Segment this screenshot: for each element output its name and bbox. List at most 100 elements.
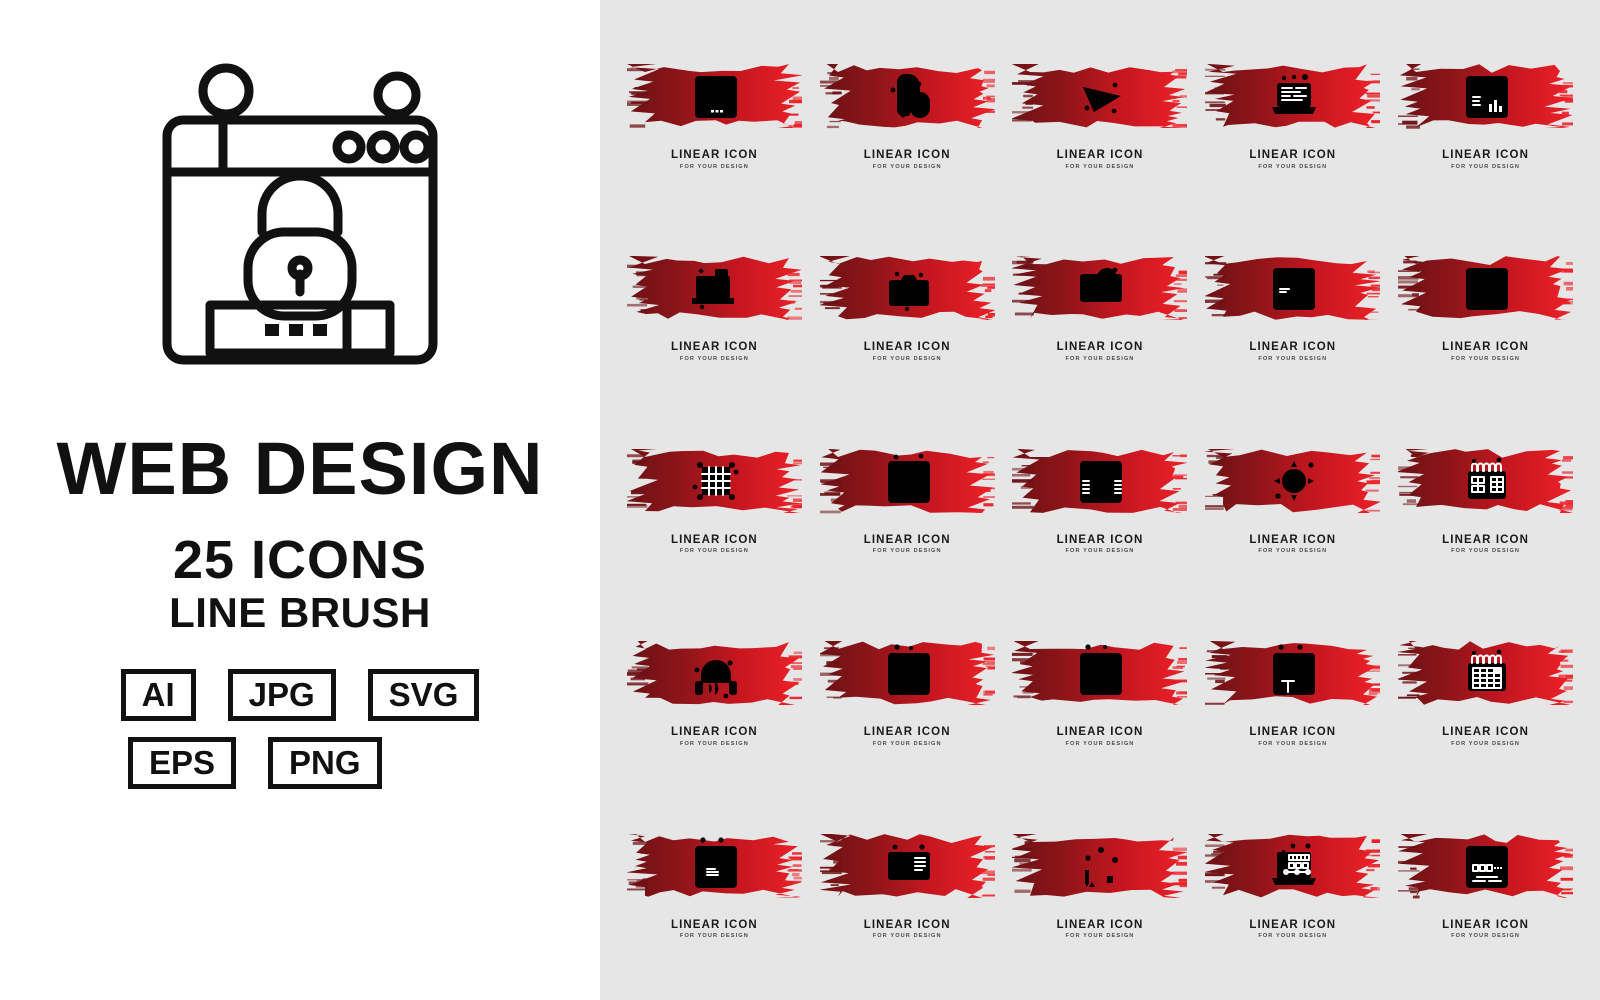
icon-caption-title: LINEAR ICON xyxy=(863,726,951,739)
browser-pie-analytics-icon xyxy=(1080,460,1123,503)
brush-stroke-backdrop xyxy=(1398,818,1574,910)
browser-image-edit-icon xyxy=(1466,268,1509,311)
icon-card[interactable]: LINEAR ICON FOR YOUR DESIGN xyxy=(618,792,811,984)
icon-card[interactable]: LINEAR ICON FOR YOUR DESIGN xyxy=(1004,407,1197,599)
brush-stroke-backdrop xyxy=(819,433,995,525)
icon-caption-title: LINEAR ICON xyxy=(1249,149,1337,161)
icon-card[interactable]: LINEAR ICON FOR YOUR DESIGN xyxy=(1004,214,1197,406)
icon-card[interactable]: LINEAR ICON FOR YOUR DESIGN xyxy=(811,22,1004,214)
icon-caption-subtitle: FOR YOUR DESIGN xyxy=(1065,355,1135,362)
format-badges: AI JPG SVG EPS PNG xyxy=(90,668,510,805)
icon-card[interactable]: LINEAR ICON FOR YOUR DESIGN xyxy=(811,792,1004,984)
icon-card[interactable]: LINEAR ICON FOR YOUR DESIGN xyxy=(1196,214,1389,406)
brush-stroke-backdrop xyxy=(819,625,995,717)
icon-caption: LINEAR ICON FOR YOUR DESIGN xyxy=(1056,918,1144,940)
brush-stroke-backdrop xyxy=(1012,240,1188,332)
icon-card[interactable]: LINEAR ICON FOR YOUR DESIGN xyxy=(618,22,811,214)
browser-password-lock-icon xyxy=(162,63,438,365)
format-row-1: AI JPG SVG xyxy=(90,668,510,721)
icon-caption-subtitle: FOR YOUR DESIGN xyxy=(1065,163,1135,170)
icon-grid: LINEAR ICON FOR YOUR DESIGN LINEAR ICON … xyxy=(600,0,1600,1000)
icon-card[interactable]: LINEAR ICON FOR YOUR DESIGN xyxy=(1196,599,1389,791)
icon-caption: LINEAR ICON FOR YOUR DESIGN xyxy=(1056,149,1144,170)
icon-caption: LINEAR ICON FOR YOUR DESIGN xyxy=(670,149,758,170)
icon-card[interactable]: LINEAR ICON FOR YOUR DESIGN xyxy=(811,407,1004,599)
icon-caption: LINEAR ICON FOR YOUR DESIGN xyxy=(1057,727,1144,747)
icon-caption: LINEAR ICON FOR YOUR DESIGN xyxy=(1249,727,1336,747)
brush-stroke-backdrop xyxy=(626,433,802,525)
icon-caption: LINEAR ICON FOR YOUR DESIGN xyxy=(864,919,951,940)
icon-card[interactable]: LINEAR ICON FOR YOUR DESIGN xyxy=(1389,22,1582,214)
icon-card[interactable]: LINEAR ICON FOR YOUR DESIGN xyxy=(618,214,811,406)
icon-caption-title: LINEAR ICON xyxy=(1056,149,1144,161)
icon-caption: LINEAR ICON FOR YOUR DESIGN xyxy=(671,727,758,747)
icon-caption-subtitle: FOR YOUR DESIGN xyxy=(872,548,942,555)
icon-pack-cover: WEB DESIGN 25 ICONS LINE BRUSH AI JPG SV… xyxy=(0,0,1600,1000)
icon-caption-title: LINEAR ICON xyxy=(1249,341,1337,354)
icon-caption-title: LINEAR ICON xyxy=(1056,918,1144,931)
icon-caption-title: LINEAR ICON xyxy=(1442,149,1530,161)
brush-stroke-backdrop xyxy=(1012,48,1188,140)
icon-caption-title: LINEAR ICON xyxy=(1056,726,1144,739)
icon-caption-title: LINEAR ICON xyxy=(1249,918,1337,931)
brush-stroke-backdrop xyxy=(1205,48,1381,140)
icon-caption: LINEAR ICON FOR YOUR DESIGN xyxy=(863,533,951,555)
icon-caption-title: LINEAR ICON xyxy=(1249,726,1337,739)
icon-count: 25 ICONS xyxy=(172,530,428,590)
brush-stroke-backdrop xyxy=(1012,625,1188,717)
brush-stroke-backdrop xyxy=(1205,625,1381,717)
icon-card[interactable]: LINEAR ICON FOR YOUR DESIGN xyxy=(1196,407,1389,599)
icon-caption-subtitle: FOR YOUR DESIGN xyxy=(1258,355,1328,362)
icon-caption-title: LINEAR ICON xyxy=(670,341,758,354)
icon-card[interactable]: LINEAR ICON FOR YOUR DESIGN xyxy=(1389,599,1582,791)
icon-card[interactable]: LINEAR ICON FOR YOUR DESIGN xyxy=(1004,599,1197,791)
icon-caption-subtitle: FOR YOUR DESIGN xyxy=(1451,548,1521,555)
icon-card[interactable]: LINEAR ICON FOR YOUR DESIGN xyxy=(618,407,811,599)
cover-panel: WEB DESIGN 25 ICONS LINE BRUSH AI JPG SV… xyxy=(0,0,600,1000)
icon-caption-title: LINEAR ICON xyxy=(1249,533,1337,546)
icon-caption: LINEAR ICON FOR YOUR DESIGN xyxy=(1442,727,1529,747)
icon-card[interactable]: LINEAR ICON FOR YOUR DESIGN xyxy=(1389,407,1582,599)
icon-card[interactable]: LINEAR ICON FOR YOUR DESIGN xyxy=(1004,792,1197,984)
icon-caption: LINEAR ICON FOR YOUR DESIGN xyxy=(1249,918,1337,940)
icon-caption-subtitle: FOR YOUR DESIGN xyxy=(679,548,749,555)
icon-caption: LINEAR ICON FOR YOUR DESIGN xyxy=(1442,149,1530,170)
icon-caption-subtitle: FOR YOUR DESIGN xyxy=(872,740,942,747)
icon-card[interactable]: LINEAR ICON FOR YOUR DESIGN xyxy=(618,599,811,791)
format-badge-eps: EPS xyxy=(128,736,237,789)
icon-caption-title: LINEAR ICON xyxy=(670,918,758,931)
browser-analytics-chart-icon xyxy=(1466,76,1509,118)
format-badge-jpg: JPG xyxy=(227,668,336,721)
icon-caption-subtitle: FOR YOUR DESIGN xyxy=(1451,355,1521,362)
icon-card[interactable]: LINEAR ICON FOR YOUR DESIGN xyxy=(1004,22,1197,214)
icon-card[interactable]: LINEAR ICON FOR YOUR DESIGN xyxy=(1389,214,1582,406)
brush-stroke-backdrop xyxy=(819,48,995,140)
brush-stroke-backdrop xyxy=(1205,818,1381,910)
calendar-grid-icon xyxy=(1468,649,1507,692)
icon-card[interactable]: LINEAR ICON FOR YOUR DESIGN xyxy=(1196,792,1389,984)
icon-caption-subtitle: FOR YOUR DESIGN xyxy=(872,933,942,940)
icon-caption: LINEAR ICON FOR YOUR DESIGN xyxy=(1057,534,1144,555)
page-title: WEB DESIGN xyxy=(56,427,544,510)
icon-caption: LINEAR ICON FOR YOUR DESIGN xyxy=(864,342,951,362)
icon-caption: LINEAR ICON FOR YOUR DESIGN xyxy=(1442,342,1529,362)
icon-caption-title: LINEAR ICON xyxy=(863,533,951,546)
icon-caption-subtitle: FOR YOUR DESIGN xyxy=(1451,740,1521,747)
icon-caption-subtitle: FOR YOUR DESIGN xyxy=(679,933,749,940)
brush-stroke-backdrop xyxy=(1205,240,1381,332)
icon-caption: LINEAR ICON FOR YOUR DESIGN xyxy=(671,534,758,555)
icon-caption-subtitle: FOR YOUR DESIGN xyxy=(679,355,749,362)
icon-caption: LINEAR ICON FOR YOUR DESIGN xyxy=(1249,342,1336,362)
icon-caption-title: LINEAR ICON xyxy=(863,149,951,161)
icon-card[interactable]: LINEAR ICON FOR YOUR DESIGN xyxy=(811,599,1004,791)
icon-caption: LINEAR ICON FOR YOUR DESIGN xyxy=(1057,342,1144,362)
icon-card[interactable]: LINEAR ICON FOR YOUR DESIGN xyxy=(811,214,1004,406)
calendar-notebook-icon xyxy=(1468,457,1507,499)
brush-stroke-backdrop xyxy=(1012,818,1188,910)
icon-style: LINE BRUSH xyxy=(169,588,431,636)
icon-card[interactable]: LINEAR ICON FOR YOUR DESIGN xyxy=(1389,792,1582,984)
icon-card[interactable]: LINEAR ICON FOR YOUR DESIGN xyxy=(1196,22,1389,214)
icon-caption-title: LINEAR ICON xyxy=(670,149,758,161)
icon-caption-subtitle: FOR YOUR DESIGN xyxy=(679,740,749,747)
icon-caption-title: LINEAR ICON xyxy=(1056,341,1144,354)
